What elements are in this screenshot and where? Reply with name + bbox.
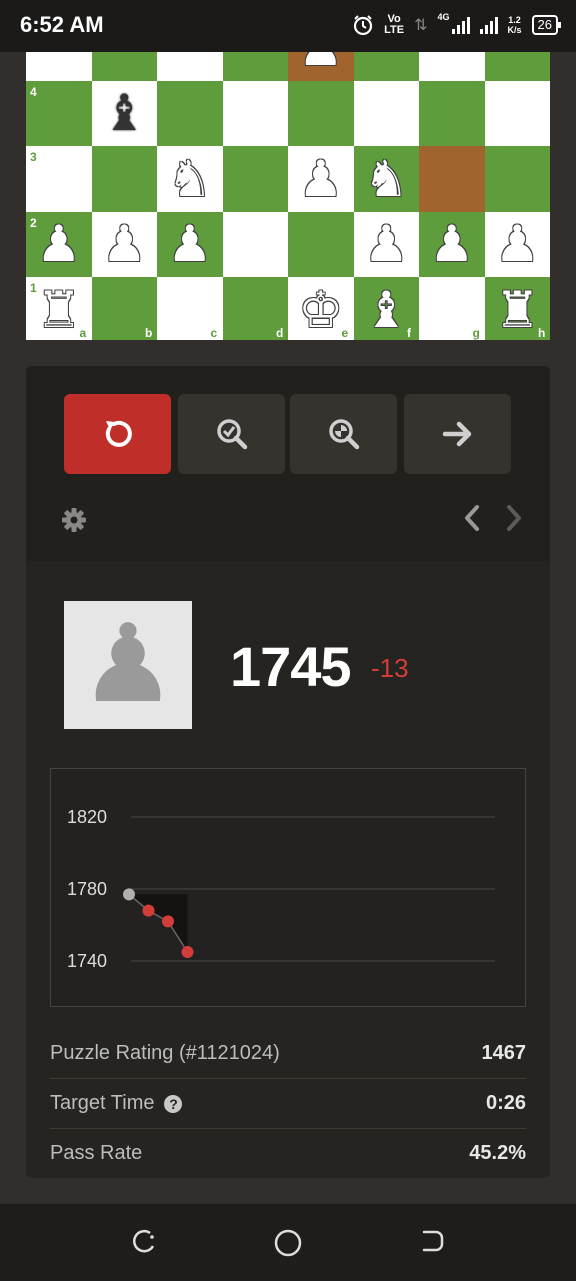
settings-button[interactable]: [60, 506, 88, 539]
square-d4[interactable]: [222, 80, 288, 146]
chevron-right-icon: [507, 505, 521, 531]
square-g3[interactable]: [419, 146, 485, 212]
rating-point: [162, 915, 174, 928]
rating-area: [129, 894, 188, 952]
puzzle-panel: ♟ 1745 -13 1820 1780 1740 Puzzle Rating …: [26, 366, 550, 1178]
alarm-clock-icon: [354, 15, 373, 36]
white-rook-a1[interactable]: ♜: [26, 277, 92, 340]
square-e4[interactable]: [288, 80, 354, 146]
square-h5[interactable]: [484, 52, 550, 81]
home-button[interactable]: [273, 1228, 303, 1263]
back-button[interactable]: [418, 1228, 446, 1261]
square-f5[interactable]: [353, 52, 419, 81]
square-a5[interactable]: [26, 52, 92, 81]
previous-move-button[interactable]: [460, 502, 484, 539]
white-king-e1[interactable]: ♚: [288, 277, 354, 340]
square-g5[interactable]: [419, 52, 485, 81]
white-rook-h1[interactable]: ♜: [485, 277, 551, 340]
white-pawn-b2[interactable]: ♟: [92, 212, 158, 278]
file-label: c: [210, 325, 218, 340]
stat-value: 0:26: [485, 1092, 526, 1114]
rating-graph: 1820 1780 1740: [50, 768, 526, 1007]
white-pawn-e5[interactable]: ♟: [288, 52, 354, 81]
controls-area: [26, 366, 550, 561]
puzzle-rating: 1745: [230, 635, 352, 698]
square-d3[interactable]: [222, 146, 288, 212]
stat-label: Pass Rate: [50, 1142, 143, 1164]
magnifier-check-icon: [216, 419, 247, 450]
square-f4[interactable]: [353, 80, 419, 146]
signal-icon: [451, 16, 470, 34]
recents-button[interactable]: [130, 1228, 158, 1261]
retry-icon: [105, 420, 132, 447]
rating-point: [142, 904, 155, 917]
stat-label: Puzzle Rating (#1121024): [50, 1042, 280, 1064]
next-button[interactable]: [404, 394, 511, 474]
white-pawn-f2[interactable]: ♟: [354, 212, 420, 278]
rating-chart: [123, 816, 495, 962]
magnifier-target-icon: [328, 419, 359, 450]
white-pawn-e3[interactable]: ♟: [288, 146, 354, 212]
analysis-button[interactable]: [290, 394, 397, 474]
square-h3[interactable]: [484, 146, 550, 212]
white-knight-f3[interactable]: ♞: [354, 146, 420, 212]
volte-indicator: Vo LTE: [384, 13, 405, 36]
hint-button[interactable]: [178, 394, 285, 474]
white-bishop-f1[interactable]: ♝: [354, 277, 420, 340]
rank-label: 4: [30, 84, 37, 99]
square-c5[interactable]: [157, 52, 223, 81]
question-icon[interactable]: ?: [164, 1094, 183, 1113]
recents-icon: [133, 1229, 155, 1253]
square-b3[interactable]: [91, 146, 157, 212]
data-arrows-icon: ⇅: [414, 17, 428, 34]
white-pawn-c2[interactable]: ♟: [157, 212, 223, 278]
square-d5[interactable]: [222, 52, 288, 81]
net-speed: 1.2 K/s: [507, 15, 522, 35]
square-e2[interactable]: [288, 211, 354, 277]
rating-delta: -13: [371, 653, 409, 683]
file-label: d: [276, 325, 284, 340]
stat-row-target-time: Target Time? 0:26: [50, 1079, 526, 1129]
square-b5[interactable]: [91, 52, 157, 81]
file-label: b: [145, 325, 153, 340]
system-nav-bar: [0, 1203, 576, 1281]
pawn-avatar-icon: ♟: [64, 601, 192, 729]
rating-point: [123, 888, 135, 901]
white-pawn-h2[interactable]: ♟: [485, 212, 551, 278]
gear-icon: [62, 508, 86, 532]
square-h4[interactable]: [484, 80, 550, 146]
signal-icon-2: [479, 16, 498, 34]
battery-indicator: 26: [531, 15, 562, 35]
chevron-left-icon: [465, 505, 479, 531]
status-time: 6:52 AM: [20, 12, 104, 37]
status-bar: 6:52 AM Vo LTE ⇅ 4G 1.2 K/s 26: [0, 0, 576, 52]
stat-label: Target Time: [50, 1092, 155, 1114]
white-knight-c3[interactable]: ♞: [157, 146, 223, 212]
white-pawn-g2[interactable]: ♟: [419, 212, 485, 278]
arrow-right-icon: [442, 421, 471, 447]
white-pawn-a2[interactable]: ♟: [26, 212, 92, 278]
rating-point: [181, 946, 194, 958]
file-label: g: [472, 325, 480, 340]
stat-row-pass-rate: Pass Rate 45.2%: [50, 1129, 526, 1178]
back-icon: [422, 1230, 444, 1252]
rank-label: 3: [30, 150, 37, 164]
stat-value: 1467: [481, 1042, 527, 1064]
stat-value: 45.2%: [469, 1142, 526, 1164]
network-type: 4G: [437, 12, 450, 22]
square-c4[interactable]: [157, 80, 223, 146]
next-move-button[interactable]: [502, 502, 526, 539]
status-icons: Vo LTE ⇅ 4G 1.2 K/s 26: [352, 12, 562, 36]
square-g4[interactable]: [419, 80, 485, 146]
black-bishop-b4[interactable]: ♝: [92, 81, 158, 147]
home-circle-icon: [274, 1229, 302, 1257]
chess-board[interactable]: 4321abcdefgh♟♝♞♟♞♟♟♟♟♟♟♜♚♝♜: [26, 52, 550, 340]
stat-row-puzzle-rating: Puzzle Rating (#1121024) 1467: [50, 1029, 526, 1079]
square-d2[interactable]: [222, 211, 288, 277]
retry-button[interactable]: [64, 394, 171, 474]
